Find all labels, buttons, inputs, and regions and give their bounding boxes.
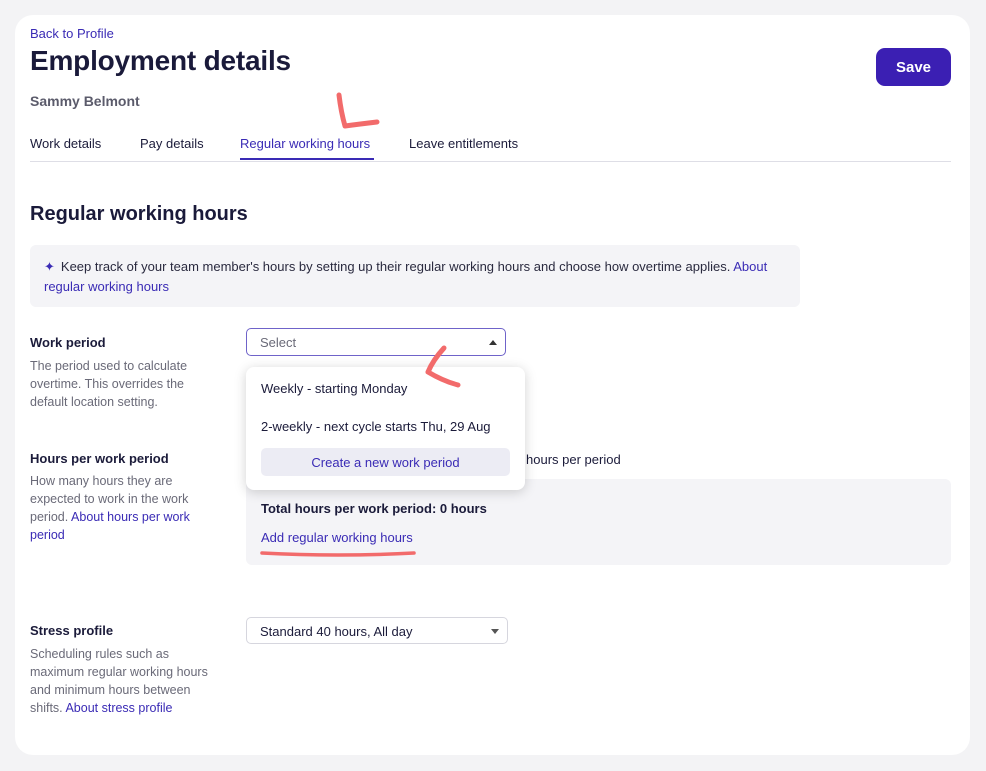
annotation-marks	[260, 92, 461, 557]
annotation-arrow-dropdown	[425, 345, 461, 388]
annotation-underline-add	[260, 551, 416, 557]
annotation-check-tab	[336, 92, 380, 129]
